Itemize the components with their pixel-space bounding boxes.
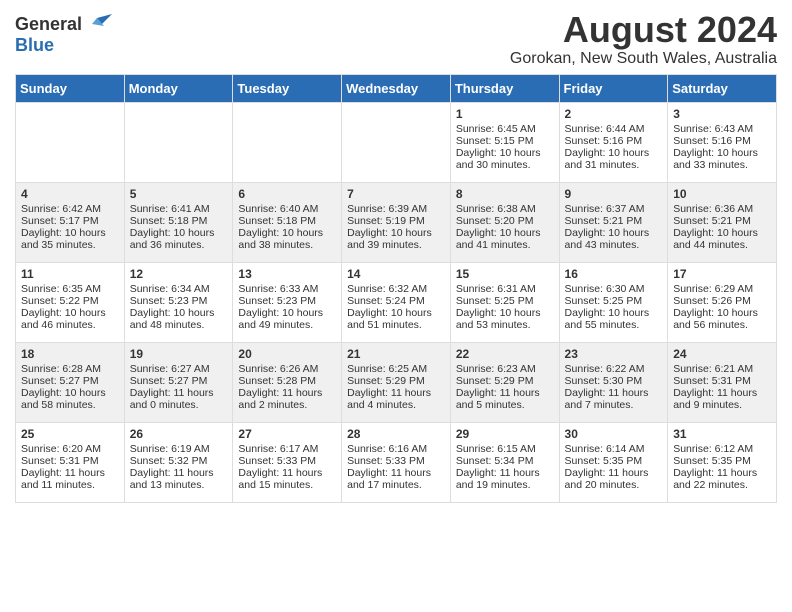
calendar-row: 25Sunrise: 6:20 AMSunset: 5:31 PMDayligh… — [16, 422, 777, 502]
location-title: Gorokan, New South Wales, Australia — [510, 50, 777, 68]
calendar-row: 1Sunrise: 6:45 AMSunset: 5:15 PMDaylight… — [16, 102, 777, 182]
calendar-cell: 13Sunrise: 6:33 AMSunset: 5:23 PMDayligh… — [233, 262, 342, 342]
calendar-cell: 1Sunrise: 6:45 AMSunset: 5:15 PMDaylight… — [450, 102, 559, 182]
day-number: 28 — [347, 427, 445, 441]
day-number: 6 — [238, 187, 336, 201]
calendar-cell — [342, 102, 451, 182]
day-number: 2 — [565, 107, 663, 121]
calendar-cell: 9Sunrise: 6:37 AMSunset: 5:21 PMDaylight… — [559, 182, 668, 262]
calendar-cell — [16, 102, 125, 182]
calendar-cell: 4Sunrise: 6:42 AMSunset: 5:17 PMDaylight… — [16, 182, 125, 262]
header-cell-monday: Monday — [124, 74, 233, 102]
calendar-cell: 14Sunrise: 6:32 AMSunset: 5:24 PMDayligh… — [342, 262, 451, 342]
day-number: 16 — [565, 267, 663, 281]
calendar-row: 4Sunrise: 6:42 AMSunset: 5:17 PMDaylight… — [16, 182, 777, 262]
header-cell-wednesday: Wednesday — [342, 74, 451, 102]
calendar-cell: 6Sunrise: 6:40 AMSunset: 5:18 PMDaylight… — [233, 182, 342, 262]
calendar-cell — [233, 102, 342, 182]
day-number: 24 — [673, 347, 771, 361]
calendar-cell: 7Sunrise: 6:39 AMSunset: 5:19 PMDaylight… — [342, 182, 451, 262]
day-number: 25 — [21, 427, 119, 441]
day-number: 12 — [130, 267, 228, 281]
calendar-cell: 20Sunrise: 6:26 AMSunset: 5:28 PMDayligh… — [233, 342, 342, 422]
calendar-cell: 15Sunrise: 6:31 AMSunset: 5:25 PMDayligh… — [450, 262, 559, 342]
calendar-cell: 5Sunrise: 6:41 AMSunset: 5:18 PMDaylight… — [124, 182, 233, 262]
day-number: 17 — [673, 267, 771, 281]
day-number: 8 — [456, 187, 554, 201]
day-number: 19 — [130, 347, 228, 361]
day-number: 7 — [347, 187, 445, 201]
day-number: 4 — [21, 187, 119, 201]
day-number: 30 — [565, 427, 663, 441]
calendar-cell: 30Sunrise: 6:14 AMSunset: 5:35 PMDayligh… — [559, 422, 668, 502]
day-number: 3 — [673, 107, 771, 121]
logo-bird-icon — [82, 14, 112, 36]
calendar-row: 18Sunrise: 6:28 AMSunset: 5:27 PMDayligh… — [16, 342, 777, 422]
calendar-cell: 17Sunrise: 6:29 AMSunset: 5:26 PMDayligh… — [668, 262, 777, 342]
day-number: 14 — [347, 267, 445, 281]
calendar-cell: 2Sunrise: 6:44 AMSunset: 5:16 PMDaylight… — [559, 102, 668, 182]
day-number: 1 — [456, 107, 554, 121]
day-number: 5 — [130, 187, 228, 201]
day-number: 18 — [21, 347, 119, 361]
calendar-cell: 12Sunrise: 6:34 AMSunset: 5:23 PMDayligh… — [124, 262, 233, 342]
day-number: 22 — [456, 347, 554, 361]
header: General Blue August 2024 Gorokan, New So… — [15, 10, 777, 68]
logo: General Blue — [15, 14, 112, 56]
calendar-cell: 18Sunrise: 6:28 AMSunset: 5:27 PMDayligh… — [16, 342, 125, 422]
header-cell-tuesday: Tuesday — [233, 74, 342, 102]
logo-blue: Blue — [15, 36, 54, 56]
calendar-cell: 27Sunrise: 6:17 AMSunset: 5:33 PMDayligh… — [233, 422, 342, 502]
calendar-cell: 24Sunrise: 6:21 AMSunset: 5:31 PMDayligh… — [668, 342, 777, 422]
calendar-cell: 16Sunrise: 6:30 AMSunset: 5:25 PMDayligh… — [559, 262, 668, 342]
calendar-cell: 25Sunrise: 6:20 AMSunset: 5:31 PMDayligh… — [16, 422, 125, 502]
day-number: 31 — [673, 427, 771, 441]
calendar-cell: 26Sunrise: 6:19 AMSunset: 5:32 PMDayligh… — [124, 422, 233, 502]
calendar-cell: 31Sunrise: 6:12 AMSunset: 5:35 PMDayligh… — [668, 422, 777, 502]
day-number: 13 — [238, 267, 336, 281]
calendar-cell: 11Sunrise: 6:35 AMSunset: 5:22 PMDayligh… — [16, 262, 125, 342]
header-cell-saturday: Saturday — [668, 74, 777, 102]
calendar-cell: 21Sunrise: 6:25 AMSunset: 5:29 PMDayligh… — [342, 342, 451, 422]
month-title: August 2024 — [510, 10, 777, 50]
title-area: August 2024 Gorokan, New South Wales, Au… — [510, 10, 777, 68]
calendar-table: SundayMondayTuesdayWednesdayThursdayFrid… — [15, 74, 777, 503]
header-row: SundayMondayTuesdayWednesdayThursdayFrid… — [16, 74, 777, 102]
day-number: 21 — [347, 347, 445, 361]
logo-general: General — [15, 15, 82, 35]
calendar-row: 11Sunrise: 6:35 AMSunset: 5:22 PMDayligh… — [16, 262, 777, 342]
day-number: 10 — [673, 187, 771, 201]
day-number: 23 — [565, 347, 663, 361]
day-number: 15 — [456, 267, 554, 281]
day-number: 9 — [565, 187, 663, 201]
day-number: 11 — [21, 267, 119, 281]
calendar-cell: 8Sunrise: 6:38 AMSunset: 5:20 PMDaylight… — [450, 182, 559, 262]
calendar-cell — [124, 102, 233, 182]
calendar-cell: 23Sunrise: 6:22 AMSunset: 5:30 PMDayligh… — [559, 342, 668, 422]
day-number: 29 — [456, 427, 554, 441]
day-number: 27 — [238, 427, 336, 441]
day-number: 26 — [130, 427, 228, 441]
header-cell-friday: Friday — [559, 74, 668, 102]
calendar-cell: 29Sunrise: 6:15 AMSunset: 5:34 PMDayligh… — [450, 422, 559, 502]
calendar-cell: 19Sunrise: 6:27 AMSunset: 5:27 PMDayligh… — [124, 342, 233, 422]
header-cell-sunday: Sunday — [16, 74, 125, 102]
calendar-cell: 10Sunrise: 6:36 AMSunset: 5:21 PMDayligh… — [668, 182, 777, 262]
calendar-cell: 3Sunrise: 6:43 AMSunset: 5:16 PMDaylight… — [668, 102, 777, 182]
calendar-cell: 28Sunrise: 6:16 AMSunset: 5:33 PMDayligh… — [342, 422, 451, 502]
header-cell-thursday: Thursday — [450, 74, 559, 102]
day-number: 20 — [238, 347, 336, 361]
calendar-cell: 22Sunrise: 6:23 AMSunset: 5:29 PMDayligh… — [450, 342, 559, 422]
